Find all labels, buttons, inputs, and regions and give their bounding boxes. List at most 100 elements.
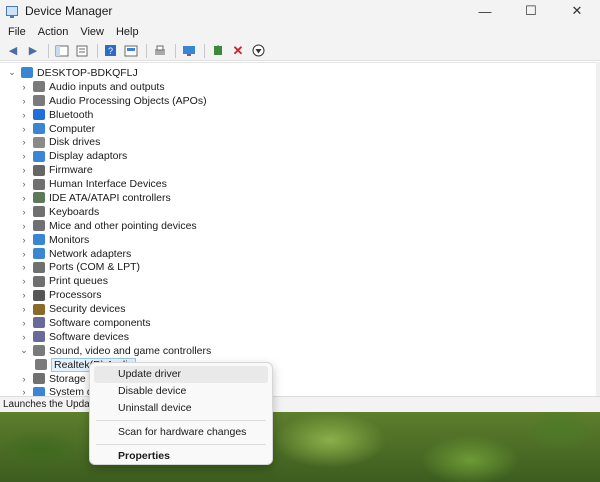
toolbar-separator [204,43,205,58]
tree-item-keyboards[interactable]: › Keyboards [0,205,600,219]
tree-item-label: Audio Processing Objects (APOs) [49,94,207,107]
menu-action[interactable]: Action [32,26,75,38]
menu-help[interactable]: Help [110,26,145,38]
scan-hardware-icon[interactable] [180,43,198,59]
chevron-right-icon[interactable]: › [18,124,30,134]
tree-item-label: Software components [49,316,151,329]
tree-root[interactable]: ⌄ DESKTOP-BDKQFLJ [0,66,600,80]
close-button[interactable]: ✕ [554,0,600,22]
software-icon [33,331,45,343]
tree-item-firmware[interactable]: › Firmware [0,163,600,177]
monitor-icon [33,234,45,246]
show-hide-console-tree-icon[interactable] [53,43,71,59]
tree-item-ide-ata-atapi-controllers[interactable]: › IDE ATA/ATAPI controllers [0,191,600,205]
chevron-right-icon[interactable]: › [18,290,30,300]
toolbar-separator [48,43,49,58]
display-icon [33,150,45,162]
chevron-right-icon[interactable]: › [18,276,30,286]
update-driver-icon[interactable] [209,43,227,59]
help-icon[interactable]: ? [102,43,120,59]
tree-item-print-queues[interactable]: › Print queues [0,274,600,288]
chevron-right-icon[interactable]: › [18,332,30,342]
tree-item-mice-and-other-pointing-devices[interactable]: › Mice and other pointing devices [0,219,600,233]
toolbar-separator [146,43,147,58]
tree-item-label: Keyboards [49,205,100,218]
chevron-right-icon[interactable]: › [18,179,30,189]
chevron-right-icon[interactable]: › [18,110,30,120]
menu-item-scan-hardware[interactable]: Scan for hardware changes [94,424,268,441]
toolbar-separator [97,43,98,58]
menu-separator [96,444,266,445]
chevron-right-icon[interactable]: › [18,262,30,272]
tree-item-display-adaptors[interactable]: › Display adaptors [0,149,600,163]
device-manager-window: Device Manager — ☐ ✕ File Action View He… [0,0,600,412]
port-icon [33,261,45,273]
speaker-icon [35,359,47,371]
tree-item-network-adapters[interactable]: › Network adapters [0,247,600,261]
bluetooth-icon [33,109,45,121]
tree-item-sound-video-and-game-controllers[interactable]: ⌄ Sound, video and game controllers [0,344,600,358]
tree-item-disk-drives[interactable]: › Disk drives [0,135,600,149]
chevron-down-icon[interactable]: ⌄ [6,67,18,78]
chevron-right-icon[interactable]: › [18,374,30,384]
tree-item-label: Security devices [49,303,126,316]
menu-file[interactable]: File [2,26,32,38]
view-icon[interactable] [122,43,140,59]
tree-item-software-components[interactable]: › Software components [0,316,600,330]
tree-item-computer[interactable]: › Computer [0,122,600,136]
chevron-right-icon[interactable]: › [18,165,30,175]
computer-icon [33,123,45,134]
menu-item-disable-device[interactable]: Disable device [94,383,268,400]
svg-text:?: ? [108,46,113,56]
print-icon[interactable] [151,43,169,59]
menu-view[interactable]: View [74,26,110,38]
tree-item-security-devices[interactable]: › Security devices [0,302,600,316]
tree-item-processors[interactable]: › Processors [0,288,600,302]
chevron-right-icon[interactable]: › [18,249,30,259]
chevron-right-icon[interactable]: › [18,96,30,106]
vertical-scrollbar[interactable] [596,62,600,396]
hid-icon [33,178,45,190]
disk-icon [33,136,45,148]
menu-bar: File Action View Help [0,22,600,41]
chevron-right-icon[interactable]: › [18,318,30,328]
chevron-right-icon[interactable]: › [18,137,30,147]
maximize-button[interactable]: ☐ [508,0,554,22]
tree-item-label: Print queues [49,275,108,288]
minimize-button[interactable]: — [462,0,508,22]
tree-item-label: Mice and other pointing devices [49,219,197,232]
chevron-right-icon[interactable]: › [18,235,30,245]
tree-item-human-interface-devices[interactable]: › Human Interface Devices [0,177,600,191]
chevron-right-icon[interactable]: › [18,82,30,92]
tree-item-label: Monitors [49,233,90,246]
sound-icon [33,345,45,357]
properties-icon[interactable] [73,43,91,59]
tree-item-monitors[interactable]: › Monitors [0,233,600,247]
processor-icon [33,289,45,301]
forward-icon[interactable]: ▶ [24,43,42,59]
context-menu: Update driver Disable device Uninstall d… [89,362,273,465]
chevron-right-icon[interactable]: › [18,151,30,161]
tree-item-audio-inputs-and-outputs[interactable]: › Audio inputs and outputs [0,80,600,94]
tree-item-ports-com-lpt[interactable]: › Ports (COM & LPT) [0,260,600,274]
tree-item-label: Bluetooth [49,108,94,121]
tree-item-bluetooth[interactable]: › Bluetooth [0,108,600,122]
network-icon [33,248,45,260]
tree-item-software-devices[interactable]: › Software devices [0,330,600,344]
menu-item-update-driver[interactable]: Update driver [94,366,268,383]
tree-item-label: Firmware [49,164,93,177]
uninstall-icon[interactable]: ✕ [229,43,247,59]
chevron-right-icon[interactable]: › [18,207,30,217]
tree-item-audio-processing-objects-apos[interactable]: › Audio Processing Objects (APOs) [0,94,600,108]
chevron-right-icon[interactable]: › [18,193,30,203]
menu-item-properties[interactable]: Properties [94,448,268,465]
back-icon[interactable]: ◀ [4,43,22,59]
chevron-right-icon[interactable]: › [18,221,30,231]
device-tree: ⌄ DESKTOP-BDKQFLJ › Audio inputs and outp… [0,62,600,398]
chevron-right-icon[interactable]: › [18,304,30,314]
printer-icon [33,275,45,287]
menu-item-uninstall-device[interactable]: Uninstall device [94,400,268,417]
tree-item-label: Ports (COM & LPT) [49,261,141,274]
chevron-down-icon[interactable]: ⌄ [18,345,30,356]
disable-icon[interactable] [249,43,267,59]
